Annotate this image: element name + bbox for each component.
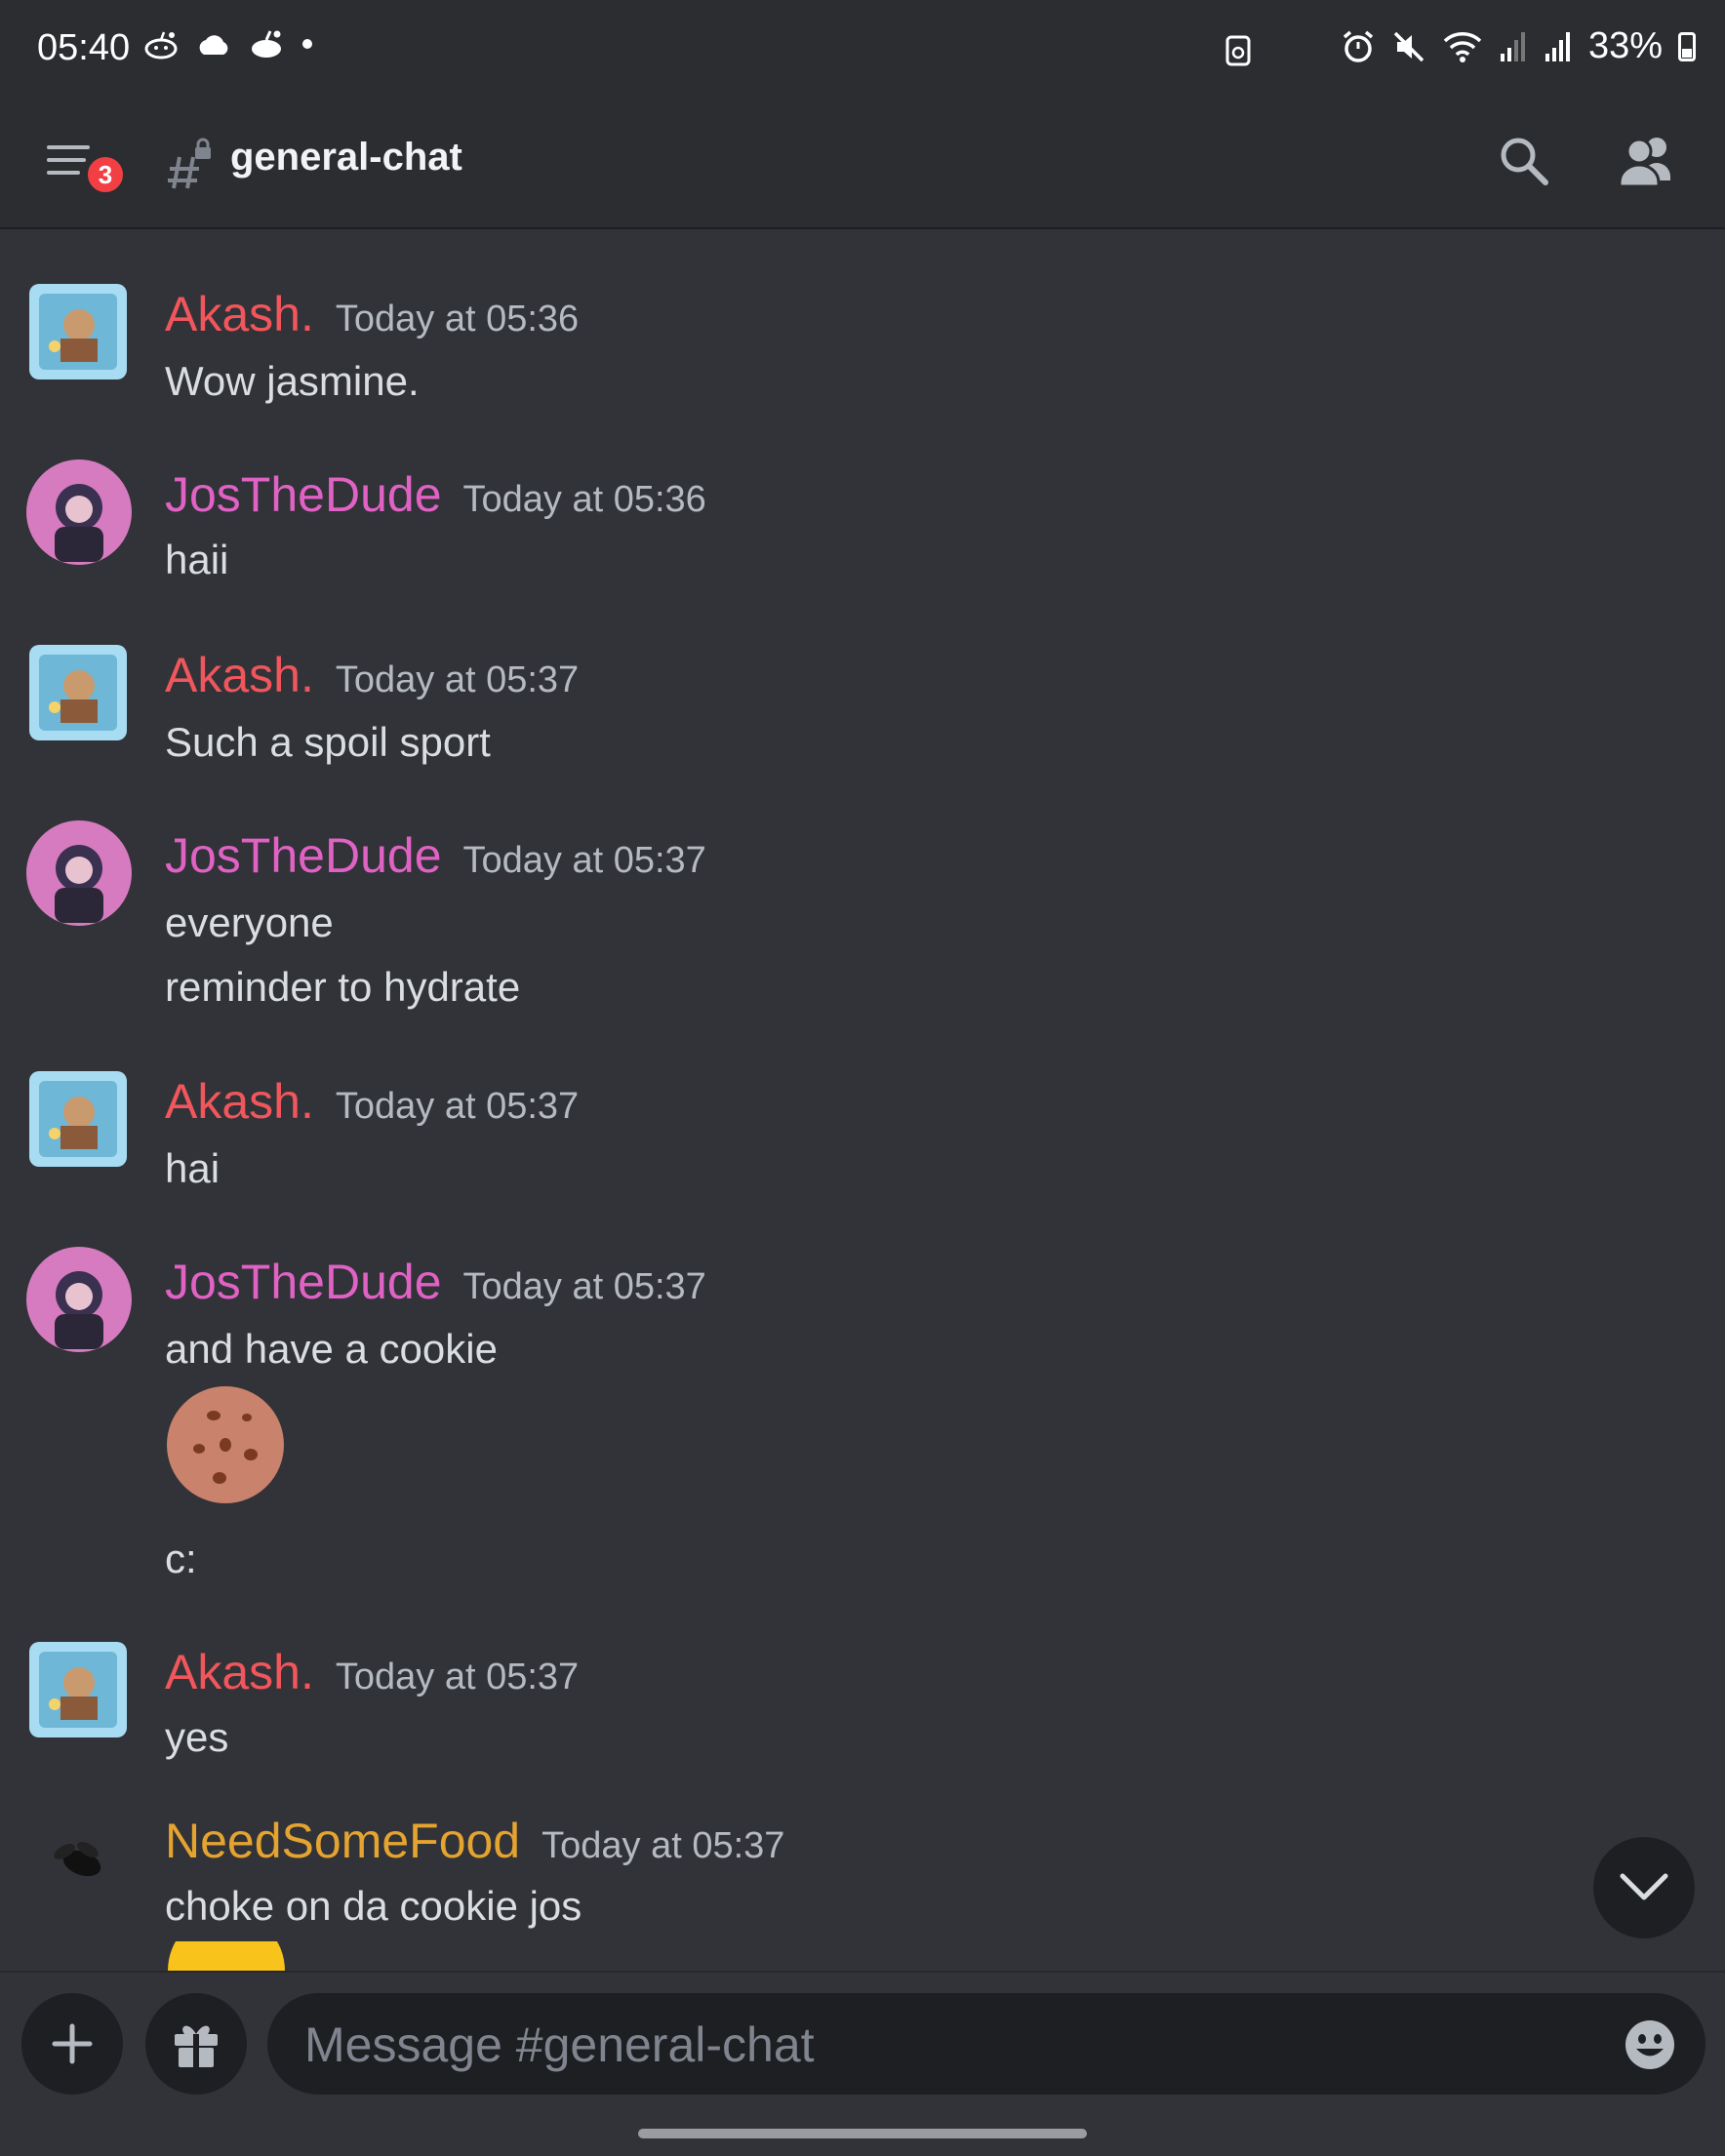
screenshot-icon (1225, 35, 1251, 66)
add-attachment-button[interactable] (21, 1993, 123, 2095)
message-text: reminder to hydrate (165, 964, 521, 1010)
avatar-josthedude[interactable] (25, 1246, 133, 1353)
wifi-icon (1443, 31, 1482, 62)
message-text: Wow jasmine. (165, 358, 420, 404)
chevron-down-icon (1620, 1873, 1668, 1900)
message-input-container (267, 1993, 1705, 2096)
message-text: yes (165, 1714, 229, 1760)
message-author[interactable]: Akash. (165, 1073, 314, 1130)
message-text: haii (165, 537, 229, 582)
message-timestamp: Today at 05:37 (335, 1086, 580, 1127)
avatar-josthedude[interactable] (25, 819, 133, 927)
gift-icon (175, 2025, 218, 2067)
mute-icon (1393, 31, 1424, 61)
message-text: choke on da cookie jos (165, 1883, 582, 1929)
reddit-icon (144, 31, 178, 60)
message-text: and have a cookie (165, 1326, 498, 1372)
message-timestamp: Today at 05:37 (542, 1825, 785, 1866)
signal-icon (1544, 31, 1570, 61)
message-text: c: (165, 1536, 197, 1581)
yellow-emoji-partial (168, 1941, 285, 1971)
notification-badge: 3 (84, 153, 127, 196)
message-author[interactable]: JosTheDude (165, 466, 442, 523)
message-timestamp: Today at 05:37 (462, 1266, 706, 1307)
locked-hash-icon (168, 138, 211, 189)
message-input[interactable] (302, 1993, 1575, 2096)
battery-percent: 33% (1587, 25, 1663, 66)
message-author[interactable]: Akash. (165, 286, 314, 342)
members-icon (1618, 138, 1670, 188)
message-author[interactable]: Akash. (165, 1644, 314, 1700)
reddit-icon (252, 30, 281, 58)
message-author[interactable]: JosTheDude (165, 1254, 442, 1310)
status-time: 05:40 (37, 27, 131, 68)
message-timestamp: Today at 05:37 (462, 840, 706, 881)
channel-title: general-chat (230, 136, 462, 179)
message-author[interactable]: JosTheDude (165, 827, 442, 884)
gift-button[interactable] (145, 1993, 247, 2095)
emoji-icon (1625, 2020, 1674, 2069)
message-timestamp: Today at 05:36 (462, 479, 706, 520)
message-timestamp: Today at 05:37 (335, 659, 580, 700)
emoji-button[interactable] (1624, 2018, 1676, 2076)
avatar-akash[interactable] (25, 278, 133, 385)
plus-icon (52, 2023, 93, 2064)
avatar-needsomefood[interactable] (25, 1807, 133, 1914)
jump-to-bottom-button[interactable] (1593, 1837, 1695, 1938)
message-author[interactable]: Akash. (165, 647, 314, 703)
search-icon (1501, 138, 1548, 185)
message-text: everyone (165, 899, 334, 945)
message-timestamp: Today at 05:37 (335, 1657, 580, 1697)
members-button[interactable] (1616, 132, 1678, 195)
avatar-akash[interactable] (25, 1636, 133, 1743)
avatar-akash[interactable] (25, 1065, 133, 1173)
message-author[interactable]: NeedSomeFood (165, 1813, 520, 1869)
message-timestamp: Today at 05:36 (335, 299, 580, 339)
status-bar: 05:40 33% (0, 0, 1725, 102)
cookie-emoji (167, 1386, 284, 1503)
battery-icon (1678, 31, 1696, 61)
alarm-icon (1343, 30, 1374, 62)
cloud-icon (199, 35, 228, 55)
dot-icon (302, 39, 312, 49)
home-indicator[interactable] (638, 2129, 1087, 2138)
search-button[interactable] (1495, 132, 1553, 195)
signal-icon (1500, 31, 1525, 61)
avatar-akash[interactable] (25, 639, 133, 746)
avatar-josthedude[interactable] (25, 459, 133, 566)
channel-header: 3 general-chat (0, 102, 1725, 229)
message-text: Such a spoil sport (165, 719, 491, 765)
message-text: hai (165, 1145, 221, 1191)
